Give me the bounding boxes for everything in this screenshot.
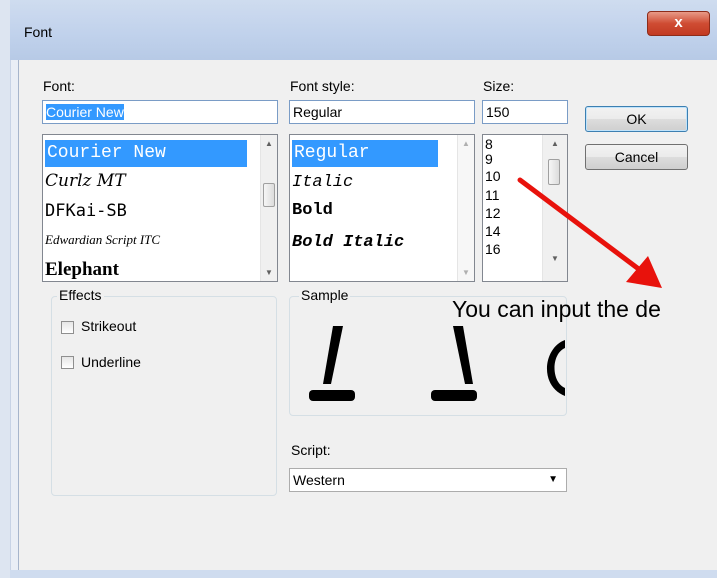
annotation-arrow	[517, 177, 662, 288]
arrow-shaft	[517, 177, 643, 273]
annotation-text: You can input the de	[452, 296, 661, 322]
